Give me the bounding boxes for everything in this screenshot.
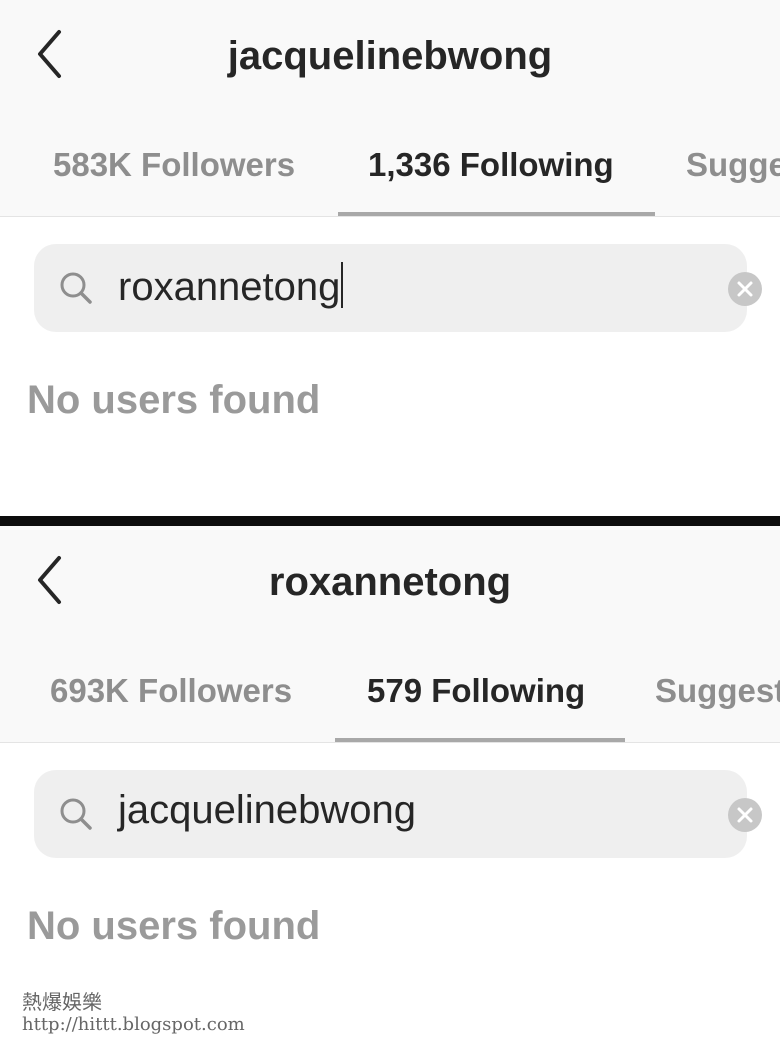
search-icon (56, 268, 96, 308)
header: jacquelinebwong 583K Followers 1,336 Fol… (0, 0, 780, 216)
search-bar[interactable]: jacquelinebwong (34, 770, 762, 858)
tab-following[interactable]: 1,336 Following (368, 146, 614, 184)
search-input[interactable]: jacquelinebwong (118, 788, 416, 833)
empty-state-message: No users found (27, 904, 321, 948)
watermark: 熱爆娛樂 http://hittt.blogspot.com (22, 990, 245, 1036)
watermark-logo-text: 熱爆娛樂 (22, 990, 102, 1014)
search-input-value: roxannetong (118, 265, 341, 309)
divider (0, 216, 780, 217)
tab-followers[interactable]: 583K Followers (53, 146, 295, 184)
tab-following[interactable]: 579 Following (367, 672, 585, 710)
page-title: roxannetong (268, 560, 512, 604)
screenshot-divider (0, 516, 780, 526)
divider (0, 742, 780, 743)
profile-following-panel-jacquelinebwong: jacquelinebwong 583K Followers 1,336 Fol… (0, 0, 780, 516)
empty-state-message: No users found (27, 378, 321, 422)
text-cursor (341, 262, 344, 308)
page-title: jacquelinebwong (227, 34, 553, 78)
tab-followers[interactable]: 693K Followers (50, 672, 292, 710)
watermark-url: http://hittt.blogspot.com (22, 1014, 245, 1035)
clear-icon[interactable] (728, 272, 762, 306)
search-bar[interactable]: roxannetong (34, 244, 762, 332)
tab-suggested[interactable]: Suggest (655, 672, 780, 710)
header: roxannetong 693K Followers 579 Following… (0, 526, 780, 742)
tab-suggested[interactable]: Sugge (686, 146, 780, 184)
clear-icon[interactable] (728, 798, 762, 832)
search-input[interactable]: roxannetong (118, 262, 344, 310)
search-icon (56, 794, 96, 834)
profile-following-panel-roxannetong: roxannetong 693K Followers 579 Following… (0, 526, 780, 1040)
